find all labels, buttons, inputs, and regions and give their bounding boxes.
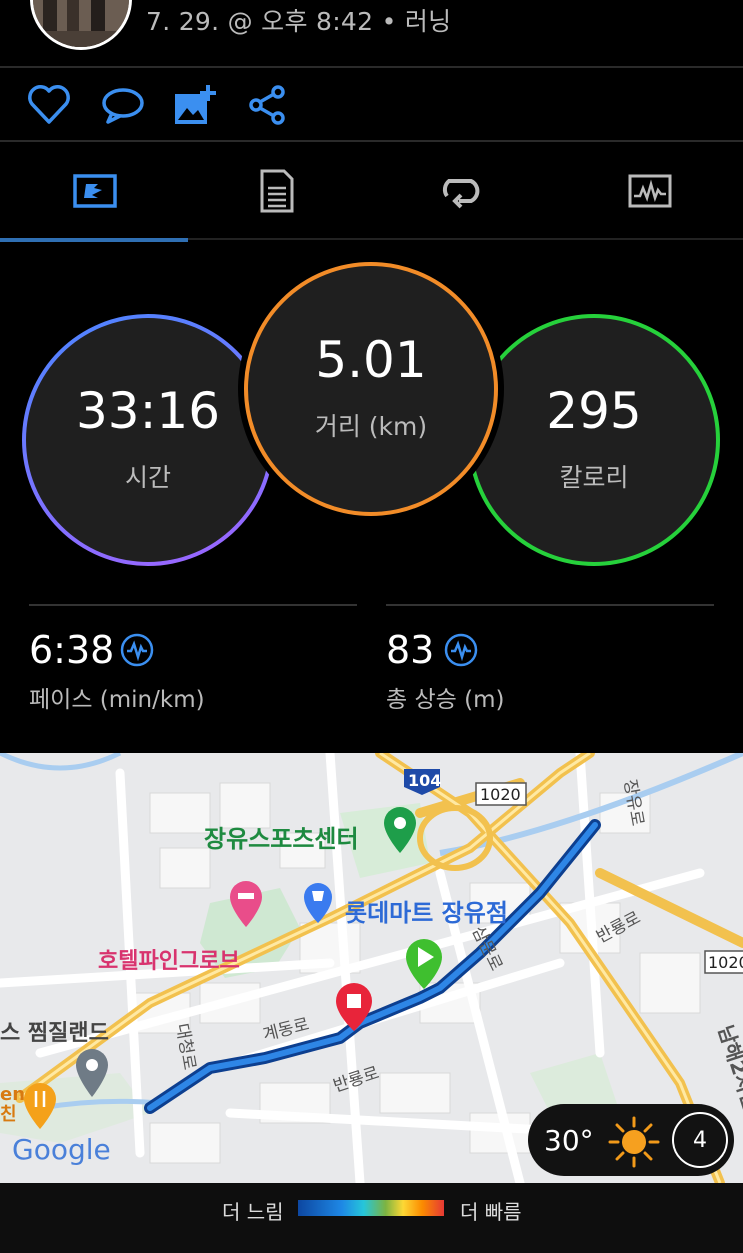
time-value: 33:16 [75, 382, 221, 440]
add-photo-button[interactable] [172, 82, 222, 128]
ascent-label: 총 상승 (m) [386, 687, 505, 713]
divider [386, 604, 714, 606]
distance-value: 5.01 [315, 331, 427, 389]
tab-laps[interactable] [367, 165, 553, 217]
like-button[interactable] [26, 82, 76, 128]
divider [0, 140, 743, 142]
tab-stats[interactable] [2, 165, 188, 217]
active-tab-indicator [0, 238, 188, 242]
comment-button[interactable] [100, 82, 150, 128]
map-label-sports-center[interactable]: 장유스포츠센터 [204, 819, 359, 854]
distance-label: 거리 (km) [314, 412, 428, 441]
add-photo-icon [175, 85, 216, 124]
temperature: 30° [544, 1124, 594, 1157]
legend-fast: 더 빠름 [460, 1200, 522, 1224]
divider [0, 66, 743, 68]
sun-icon [608, 1116, 660, 1168]
stats-tab-icon [73, 174, 117, 208]
distance-ring: 5.01 거리 (km) [244, 262, 498, 516]
share-button[interactable] [244, 82, 294, 128]
pace-value: 6:38 [29, 628, 115, 672]
tab-details[interactable] [184, 165, 370, 217]
highway-shield: 104 [408, 771, 442, 790]
map-label-restaurant[interactable]: en 친 [0, 1085, 25, 1125]
ascent-value: 83 [386, 628, 435, 672]
legend-slow: 더 느림 [222, 1200, 284, 1224]
ascent-chart-icon[interactable] [444, 633, 478, 667]
comment-icon [102, 88, 144, 124]
speed-gradient-bar [298, 1200, 444, 1216]
avatar[interactable] [30, 0, 132, 50]
route-shield: 1020 [480, 785, 521, 804]
time-ring: 33:16 시간 [22, 314, 274, 566]
calories-label: 칼로리 [559, 463, 629, 492]
activity-header: 7. 29. @ 오후 8:42 • 러닝 [0, 0, 743, 66]
document-icon [260, 169, 294, 213]
wind-speed: 4 [693, 1127, 707, 1153]
loop-icon [442, 179, 480, 209]
pace-label: 페이스 (min/km) [29, 687, 205, 713]
map-label-sauna[interactable]: 스 찜질랜드 [0, 1015, 109, 1047]
google-logo: Google [12, 1133, 111, 1166]
activity-meta: 7. 29. @ 오후 8:42 • 러닝 [146, 7, 452, 36]
heart-icon [28, 85, 70, 124]
route-shield: 1020 [708, 953, 743, 972]
tab-charts[interactable] [557, 165, 743, 217]
speed-legend [0, 1183, 743, 1253]
pace-chart-icon[interactable] [120, 633, 154, 667]
share-icon [249, 85, 285, 125]
calories-ring: 295 칼로리 [468, 314, 720, 566]
calories-value: 295 [546, 382, 642, 440]
divider [29, 604, 357, 606]
wind-indicator: 4 [672, 1112, 728, 1168]
map-label-hotel[interactable]: 호텔파인그로브 [98, 943, 240, 975]
time-label: 시간 [124, 463, 171, 492]
chart-icon [628, 174, 672, 208]
